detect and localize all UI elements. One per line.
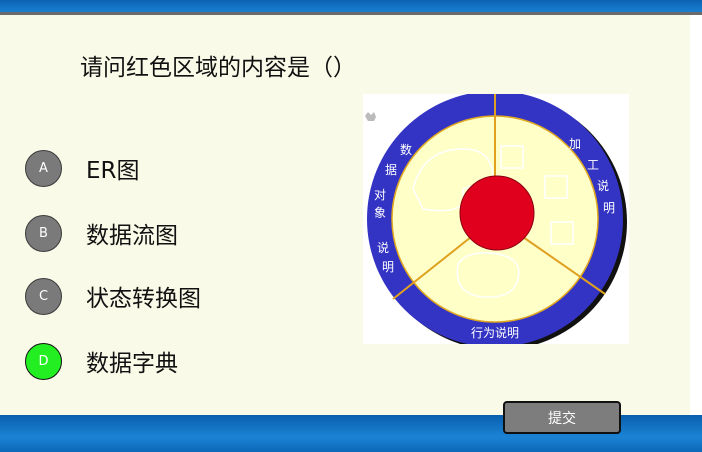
option-b-badge[interactable]: B [25, 214, 62, 252]
submit-button[interactable]: 提交 [503, 401, 621, 434]
option-c[interactable]: C 状态转换图 [25, 276, 201, 316]
option-c-badge[interactable]: C [25, 277, 62, 315]
ring-text-right-2: 工 [587, 158, 599, 172]
right-margin [690, 15, 702, 415]
option-a-label[interactable]: ER图 [86, 151, 140, 185]
option-b-label[interactable]: 数据流图 [86, 216, 178, 250]
ring-text-bottom: 行为说明 [471, 325, 519, 340]
option-c-label[interactable]: 状态转换图 [86, 279, 201, 313]
center-red-region [459, 175, 535, 251]
diagram-svg: 数 据 对 象 说 明 加 工 说 明 行为说明 [365, 91, 627, 350]
option-d-label[interactable]: 数据字典 [86, 344, 178, 378]
ring-text-right-1: 加 [569, 137, 581, 151]
option-d[interactable]: D 数据字典 [25, 341, 178, 381]
ring-text-left-6: 明 [382, 260, 394, 274]
ring-text-left-5: 说 [377, 240, 389, 255]
question-text: 请问红色区域的内容是（） [80, 55, 356, 81]
ring-text-left-3: 对 [374, 188, 386, 202]
requirements-model-diagram: 数 据 对 象 说 明 加 工 说 明 行为说明 [363, 91, 629, 350]
option-d-badge[interactable]: D [25, 342, 62, 380]
ring-text-left-1: 数 [400, 142, 412, 157]
option-a-badge[interactable]: A [25, 149, 62, 187]
option-b[interactable]: B 数据流图 [25, 213, 178, 253]
ring-text-left-2: 据 [385, 163, 397, 177]
top-bar [0, 0, 702, 12]
ring-text-right-4: 明 [603, 201, 615, 215]
ring-text-left-4: 象 [374, 206, 386, 220]
option-a[interactable]: A ER图 [25, 148, 140, 188]
ring-text-right-3: 说 [597, 178, 609, 193]
hand-cursor-icon [365, 112, 376, 121]
